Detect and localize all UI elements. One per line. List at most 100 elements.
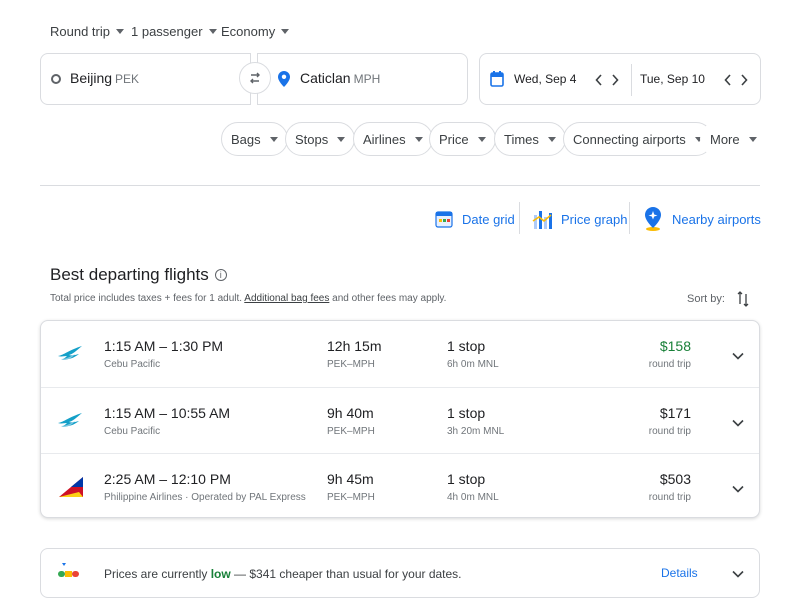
origin-code: PEK bbox=[115, 72, 140, 86]
destination-city: Caticlan bbox=[300, 70, 351, 86]
flight-price: $158 bbox=[659, 338, 691, 354]
flight-times: 1:15 AM – 10:55 AM bbox=[104, 405, 231, 421]
location-pin-icon bbox=[278, 71, 290, 87]
expand-button[interactable] bbox=[729, 480, 747, 498]
sort-control[interactable]: Sort by: bbox=[687, 291, 749, 307]
chevron-down-icon bbox=[732, 352, 744, 360]
flight-price-type: round trip bbox=[648, 492, 691, 503]
filter-label: Price bbox=[439, 131, 469, 147]
cebu-pacific-logo bbox=[58, 413, 82, 427]
date-divider bbox=[631, 64, 632, 96]
flight-layover: 4h 0m MNL bbox=[447, 492, 499, 503]
tool-divider bbox=[629, 202, 630, 234]
flight-price: $171 bbox=[659, 405, 691, 421]
flight-airline: Cebu Pacific bbox=[104, 426, 161, 437]
cabin-class-label: Economy bbox=[221, 24, 276, 39]
price-note-suffix: and other fees may apply. bbox=[329, 293, 447, 304]
expand-button[interactable] bbox=[729, 414, 747, 432]
filter-label: Airlines bbox=[363, 131, 406, 147]
trip-type-label: Round trip bbox=[50, 24, 110, 39]
filter-stops[interactable]: Stops bbox=[285, 122, 356, 156]
filter-times[interactable]: Times bbox=[494, 122, 566, 156]
philippine-airlines-logo bbox=[59, 477, 83, 497]
flight-times: 2:25 AM – 12:10 PM bbox=[104, 471, 231, 487]
sort-label: Sort by: bbox=[687, 293, 725, 305]
chevron-down-icon bbox=[732, 570, 744, 578]
flight-duration: 9h 40m bbox=[327, 405, 374, 421]
caret-down-icon bbox=[208, 29, 217, 34]
flight-price-type: round trip bbox=[648, 426, 691, 437]
flight-airline: Cebu Pacific bbox=[104, 359, 161, 370]
insight-expand-button[interactable] bbox=[729, 565, 747, 583]
nearby-airports-button[interactable]: Nearby airports bbox=[642, 202, 761, 236]
flight-route: PEK–MPH bbox=[327, 492, 375, 503]
price-level-icon bbox=[58, 563, 79, 577]
filter-connecting-airports[interactable]: Connecting airports bbox=[563, 122, 713, 156]
flight-row[interactable]: 1:15 AM – 10:55 AM Cebu Pacific 9h 40m P… bbox=[41, 387, 759, 453]
caret-down-icon bbox=[477, 136, 486, 142]
bag-fees-link[interactable]: Additional bag fees bbox=[244, 293, 329, 304]
price-insight-card: Prices are currently low — $341 cheaper … bbox=[40, 548, 760, 598]
caret-down-icon bbox=[748, 136, 757, 142]
swap-icon bbox=[250, 72, 260, 84]
depart-next-button[interactable] bbox=[606, 71, 624, 89]
passengers-select[interactable]: 1 passenger bbox=[131, 24, 217, 39]
filter-label: More bbox=[710, 131, 740, 147]
flight-row[interactable]: 1:15 AM – 1:30 PM Cebu Pacific 12h 15m P… bbox=[41, 321, 759, 387]
filter-price[interactable]: Price bbox=[429, 122, 496, 156]
origin-value: Beijing PEK bbox=[70, 70, 139, 88]
info-icon[interactable]: i bbox=[214, 269, 227, 281]
swap-locations-button[interactable] bbox=[239, 62, 271, 94]
flight-airline: Philippine Airlines · Operated by PAL Ex… bbox=[104, 492, 306, 503]
nearby-airports-icon bbox=[645, 207, 661, 231]
cabin-class-select[interactable]: Economy bbox=[221, 24, 290, 39]
flight-layover: 3h 20m MNL bbox=[447, 426, 505, 437]
filter-label: Stops bbox=[295, 131, 329, 147]
date-grid-icon bbox=[435, 211, 453, 228]
price-note: Total price includes taxes + fees for 1 … bbox=[50, 293, 446, 304]
caret-down-icon bbox=[547, 136, 556, 142]
flight-list: 1:15 AM – 1:30 PM Cebu Pacific 12h 15m P… bbox=[40, 320, 760, 518]
caret-down-icon bbox=[337, 136, 346, 142]
flight-duration: 9h 45m bbox=[327, 471, 374, 487]
origin-field[interactable]: Beijing PEK bbox=[40, 53, 251, 105]
filter-label: Connecting airports bbox=[573, 131, 686, 147]
caret-down-icon bbox=[115, 29, 124, 34]
price-graph-button[interactable]: Price graph bbox=[531, 202, 627, 236]
destination-value: Caticlan MPH bbox=[300, 70, 380, 88]
depart-date[interactable]: Wed, Sep 4 bbox=[514, 72, 576, 86]
return-next-button[interactable] bbox=[735, 71, 753, 89]
flight-route: PEK–MPH bbox=[327, 426, 375, 437]
insight-prefix: Prices are currently bbox=[104, 567, 211, 581]
filter-bags[interactable]: Bags bbox=[221, 122, 288, 156]
passengers-label: 1 passenger bbox=[131, 24, 203, 39]
chevron-down-icon bbox=[732, 485, 744, 493]
flight-layover: 6h 0m MNL bbox=[447, 359, 499, 370]
chevron-down-icon bbox=[732, 419, 744, 427]
flight-stops: 1 stop bbox=[447, 405, 486, 421]
trip-type-select[interactable]: Round trip bbox=[50, 24, 124, 39]
details-link[interactable]: Details bbox=[661, 566, 698, 580]
flight-times: 1:15 AM – 1:30 PM bbox=[104, 338, 224, 354]
date-field[interactable]: Wed, Sep 4 Tue, Sep 10 bbox=[479, 53, 761, 105]
expand-button[interactable] bbox=[729, 347, 747, 365]
flight-route: PEK–MPH bbox=[327, 359, 375, 370]
price-insight-text: Prices are currently low — $341 cheaper … bbox=[104, 567, 462, 581]
date-grid-button[interactable]: Date grid bbox=[434, 202, 515, 236]
flight-row[interactable]: 2:25 AM – 12:10 PM Philippine Airlines ·… bbox=[41, 453, 759, 519]
destination-field[interactable]: Caticlan MPH bbox=[257, 53, 468, 105]
calendar-icon bbox=[490, 71, 504, 87]
price-graph-label: Price graph bbox=[561, 211, 628, 227]
return-date[interactable]: Tue, Sep 10 bbox=[640, 72, 705, 86]
filter-label: Bags bbox=[231, 131, 261, 147]
price-note-prefix: Total price includes taxes + fees for 1 … bbox=[50, 293, 245, 304]
price-graph-icon bbox=[532, 211, 552, 229]
destination-code: MPH bbox=[353, 72, 381, 86]
filter-airlines[interactable]: Airlines bbox=[353, 122, 433, 156]
chevron-left-icon bbox=[595, 74, 602, 86]
origin-city: Beijing bbox=[70, 70, 113, 86]
results-title: Best departing flights bbox=[50, 265, 209, 284]
chevron-right-icon bbox=[612, 74, 619, 86]
cebu-pacific-logo bbox=[58, 346, 82, 360]
filter-more[interactable]: More bbox=[700, 122, 767, 156]
